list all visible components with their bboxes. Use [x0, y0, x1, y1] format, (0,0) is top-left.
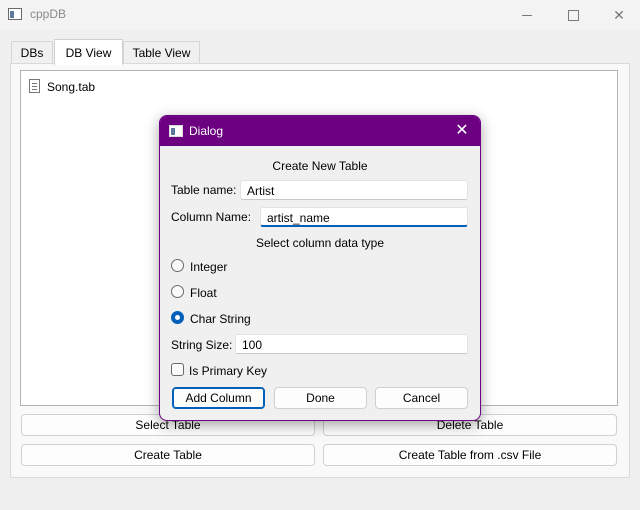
- app-icon: [8, 8, 22, 20]
- list-item[interactable]: Song.tab: [47, 80, 95, 94]
- char-string-label[interactable]: Char String: [190, 312, 251, 326]
- dialog-app-icon: [169, 125, 183, 137]
- tab-table-view[interactable]: Table View: [123, 41, 200, 63]
- tab-label: DBs: [20, 45, 44, 60]
- column-name-value: artist_name: [267, 211, 330, 225]
- button-label: Create Table from .csv File: [398, 448, 542, 462]
- float-radio[interactable]: [171, 285, 184, 298]
- dialog-close-icon[interactable]: ✕: [452, 121, 472, 141]
- maximize-button[interactable]: [550, 0, 596, 30]
- close-icon: ✕: [613, 6, 625, 23]
- column-name-input[interactable]: artist_name: [260, 207, 468, 227]
- char-string-radio[interactable]: [171, 311, 184, 324]
- tab-label: Table View: [132, 45, 191, 60]
- integer-radio[interactable]: [171, 259, 184, 272]
- table-name-label: Table name:: [171, 183, 237, 197]
- document-icon: [29, 79, 40, 93]
- minimize-icon: [522, 14, 532, 16]
- table-name-input[interactable]: Artist: [240, 180, 468, 200]
- string-size-value: 100: [242, 338, 263, 352]
- done-button[interactable]: Done: [274, 387, 367, 409]
- tab-label: DB View: [65, 45, 112, 60]
- float-label[interactable]: Float: [190, 286, 217, 300]
- integer-label[interactable]: Integer: [190, 260, 227, 274]
- button-label: Done: [306, 391, 335, 405]
- button-label: Add Column: [185, 391, 252, 405]
- create-table-button[interactable]: Create Table: [21, 444, 315, 466]
- tab-db-view[interactable]: DB View: [54, 39, 123, 65]
- dialog-heading: Create New Table: [272, 159, 368, 173]
- create-table-dialog[interactable]: Dialog ✕ Create New Table Table name: Ar…: [159, 115, 481, 421]
- table-name-value: Artist: [247, 184, 275, 198]
- window-title: cppDB: [30, 7, 67, 21]
- maximize-icon: [567, 9, 579, 21]
- minimize-button[interactable]: [504, 0, 550, 30]
- button-label: Cancel: [402, 391, 441, 405]
- cancel-button[interactable]: Cancel: [375, 387, 468, 409]
- string-size-input[interactable]: 100: [235, 334, 468, 354]
- tab-dbs[interactable]: DBs: [11, 41, 53, 63]
- column-name-label: Column Name:: [171, 210, 252, 224]
- dialog-title: Dialog: [189, 124, 224, 138]
- add-column-button[interactable]: Add Column: [172, 387, 265, 409]
- create-table-from-csv-button[interactable]: Create Table from .csv File: [323, 444, 617, 466]
- close-button[interactable]: ✕: [596, 0, 640, 30]
- window-titlebar[interactable]: cppDB ✕: [0, 0, 640, 30]
- datatype-heading: Select column data type: [255, 236, 385, 250]
- dialog-titlebar[interactable]: Dialog ✕: [160, 116, 480, 146]
- string-size-label: String Size:: [171, 338, 233, 352]
- button-label: Create Table: [134, 448, 202, 462]
- primary-key-label[interactable]: Is Primary Key: [189, 364, 267, 378]
- primary-key-checkbox[interactable]: [171, 363, 184, 376]
